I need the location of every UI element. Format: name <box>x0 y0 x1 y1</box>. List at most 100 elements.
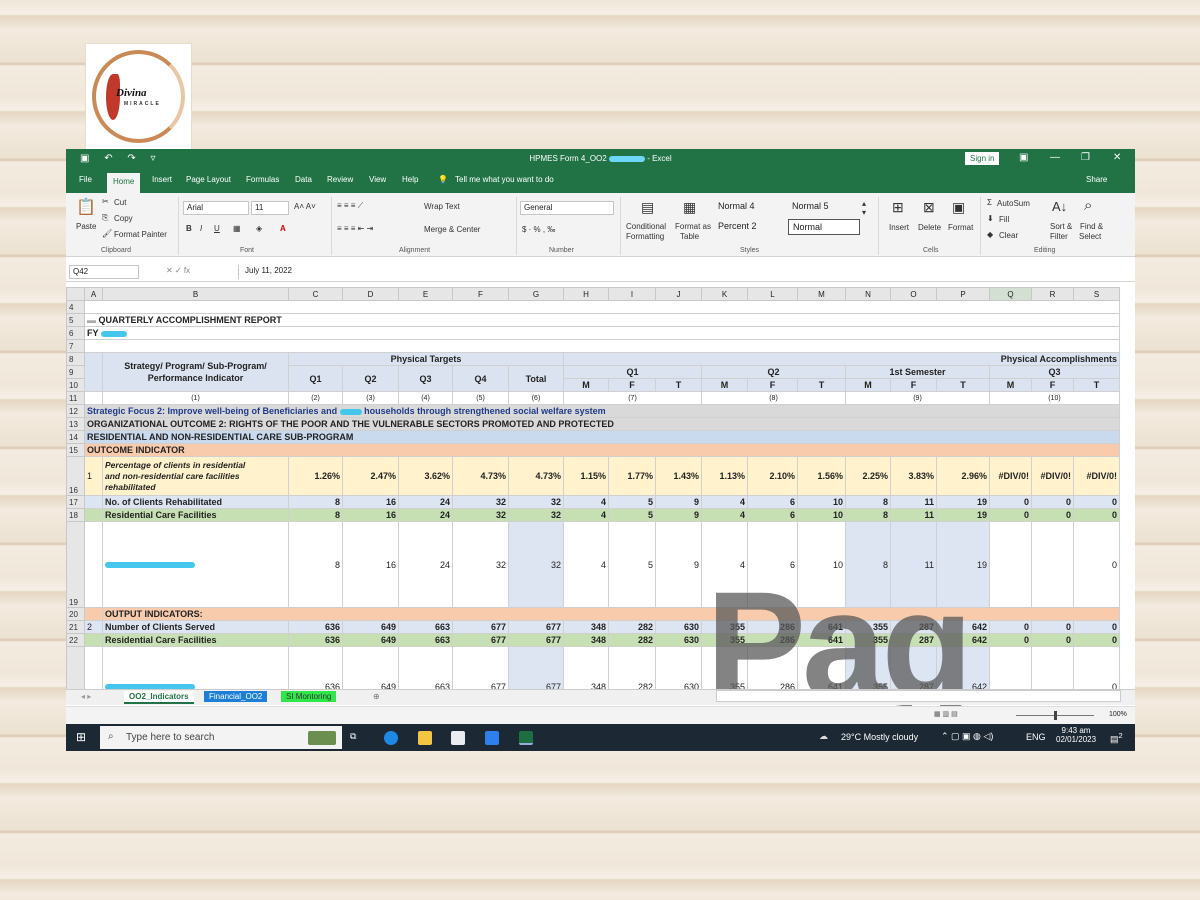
cell-value[interactable]: 32 <box>452 521 509 608</box>
horizontal-scrollbar[interactable] <box>716 690 1121 702</box>
cell-value[interactable]: #DIV/0! <box>1031 456 1074 496</box>
row-header[interactable]: 20 <box>66 607 85 621</box>
cell-value[interactable]: 16 <box>342 508 399 522</box>
select-label[interactable]: Select <box>1079 232 1101 241</box>
style-normal-5[interactable]: Normal 5 <box>788 199 860 215</box>
indicator-name[interactable]: No. of Clients Rehabilitated <box>102 495 289 509</box>
col-number[interactable]: (9) <box>845 391 990 405</box>
cell-value[interactable]: 282 <box>608 620 656 634</box>
report-title[interactable]: ▬ QUARTERLY ACCOMPLISHMENT REPORT <box>84 313 1120 327</box>
col-header[interactable]: D <box>342 287 399 301</box>
cell-value[interactable]: 355 <box>845 633 891 647</box>
font-name-select[interactable]: Arial <box>183 201 249 215</box>
m-header[interactable]: M <box>845 378 891 392</box>
col-number[interactable]: (6) <box>508 391 564 405</box>
cell-value[interactable]: 355 <box>701 646 748 689</box>
fiscal-year[interactable]: FY <box>84 326 1120 340</box>
col-header[interactable]: P <box>936 287 990 301</box>
row-header[interactable]: 10 <box>66 378 85 392</box>
tab-home[interactable]: Home <box>107 173 141 193</box>
cell-value[interactable]: 677 <box>452 620 509 634</box>
t-header[interactable]: T <box>936 378 990 392</box>
indicator-name[interactable]: Residential Care Facilities <box>102 508 289 522</box>
autosum-button[interactable]: AutoSum <box>997 199 1030 208</box>
style-percent-2[interactable]: Percent 2 <box>714 219 786 235</box>
formatting-label[interactable]: Formatting <box>626 232 664 241</box>
insert-cells-button[interactable]: Insert <box>889 223 909 232</box>
cell-value[interactable]: 9 <box>655 521 702 608</box>
col-header[interactable]: H <box>563 287 609 301</box>
cell-value[interactable]: 9 <box>655 495 702 509</box>
cell-value[interactable]: 355 <box>845 646 891 689</box>
physical-accomplishments-header[interactable]: Physical Accomplishments <box>563 352 1120 366</box>
cell-value[interactable]: 4 <box>563 495 609 509</box>
cell-value[interactable]: 663 <box>398 646 453 689</box>
row-header[interactable]: 4 <box>66 300 85 314</box>
cell-value[interactable]: 630 <box>655 633 702 647</box>
share-button[interactable]: Share <box>1086 175 1107 184</box>
m-header[interactable]: M <box>701 378 748 392</box>
cell-value[interactable]: 8 <box>845 508 891 522</box>
cell-value[interactable]: 2.96% <box>936 456 990 496</box>
sheet-tab-si-montoring[interactable]: SI Montoring <box>281 691 337 702</box>
cell-value[interactable]: 4.73% <box>508 456 564 496</box>
bold-button[interactable]: B <box>186 224 192 233</box>
file-explorer-icon[interactable] <box>418 731 432 745</box>
cell-value[interactable]: 286 <box>747 633 798 647</box>
cell-value[interactable]: 641 <box>797 620 846 634</box>
cell-value[interactable]: 0 <box>1073 620 1120 634</box>
cell-value[interactable]: 24 <box>398 521 453 608</box>
font-color-icon[interactable]: A <box>280 224 286 233</box>
cell-value[interactable]: 8 <box>845 495 891 509</box>
cell-value[interactable]: 19 <box>936 495 990 509</box>
cell-value[interactable]: 287 <box>890 633 937 647</box>
cell-value[interactable]: 0 <box>1073 495 1120 509</box>
cell-value[interactable]: 287 <box>890 620 937 634</box>
cell-value[interactable]: 663 <box>398 620 453 634</box>
cell-value[interactable]: 649 <box>342 620 399 634</box>
tab-formulas[interactable]: Formulas <box>246 175 279 184</box>
cell-value[interactable]: 4.73% <box>452 456 509 496</box>
cell-value[interactable]: 32 <box>508 508 564 522</box>
mail-icon[interactable] <box>485 731 499 745</box>
cell-value[interactable]: 649 <box>342 646 399 689</box>
cell-value[interactable]: 355 <box>701 620 748 634</box>
cell-value[interactable]: 4 <box>563 508 609 522</box>
cell-value[interactable]: 5 <box>608 508 656 522</box>
semester-header[interactable]: 1st Semester <box>845 365 990 379</box>
col-number[interactable]: (2) <box>288 391 343 405</box>
notification-icon[interactable]: ▤2 <box>1110 731 1123 745</box>
tab-help[interactable]: Help <box>402 175 418 184</box>
store-icon[interactable] <box>451 731 465 745</box>
cell-value[interactable]: 0 <box>1073 633 1120 647</box>
cell-value[interactable]: 0 <box>1031 633 1074 647</box>
cell-value[interactable]: 32 <box>452 508 509 522</box>
format-cells-button[interactable]: Format <box>948 223 973 232</box>
row-header[interactable]: 15 <box>66 443 85 457</box>
t-header[interactable]: T <box>797 378 846 392</box>
cell-value[interactable]: 11 <box>890 508 937 522</box>
col-header[interactable]: Q <box>989 287 1032 301</box>
row-header[interactable]: 14 <box>66 430 85 444</box>
cell-value[interactable]: 3.83% <box>890 456 937 496</box>
cell-value[interactable]: 2.47% <box>342 456 399 496</box>
col-number[interactable]: (4) <box>398 391 453 405</box>
format-painter-button[interactable]: Format Painter <box>114 230 167 239</box>
add-sheet-icon[interactable]: ⊕ <box>368 691 385 702</box>
zoom-slider-handle[interactable] <box>1054 711 1057 720</box>
target-q4-header[interactable]: Q4 <box>452 365 509 392</box>
cell-value[interactable]: 32 <box>508 495 564 509</box>
font-size-select[interactable]: 11 <box>251 201 289 215</box>
col-number[interactable]: (5) <box>452 391 509 405</box>
cell-value[interactable]: 11 <box>890 495 937 509</box>
col-header[interactable]: K <box>701 287 748 301</box>
target-total-header[interactable]: Total <box>508 365 564 392</box>
cell-value[interactable]: 642 <box>936 633 990 647</box>
cell-value[interactable]: 4 <box>701 495 748 509</box>
windows-start-icon[interactable]: ⊞ <box>76 730 86 744</box>
cell-value[interactable]: 348 <box>563 620 609 634</box>
tab-data[interactable]: Data <box>295 175 312 184</box>
align-top-icons[interactable]: ≡ ≡ ≡ ⟋ <box>337 201 363 211</box>
col-number[interactable]: (7) <box>563 391 702 405</box>
table-label[interactable]: Table <box>680 232 699 241</box>
